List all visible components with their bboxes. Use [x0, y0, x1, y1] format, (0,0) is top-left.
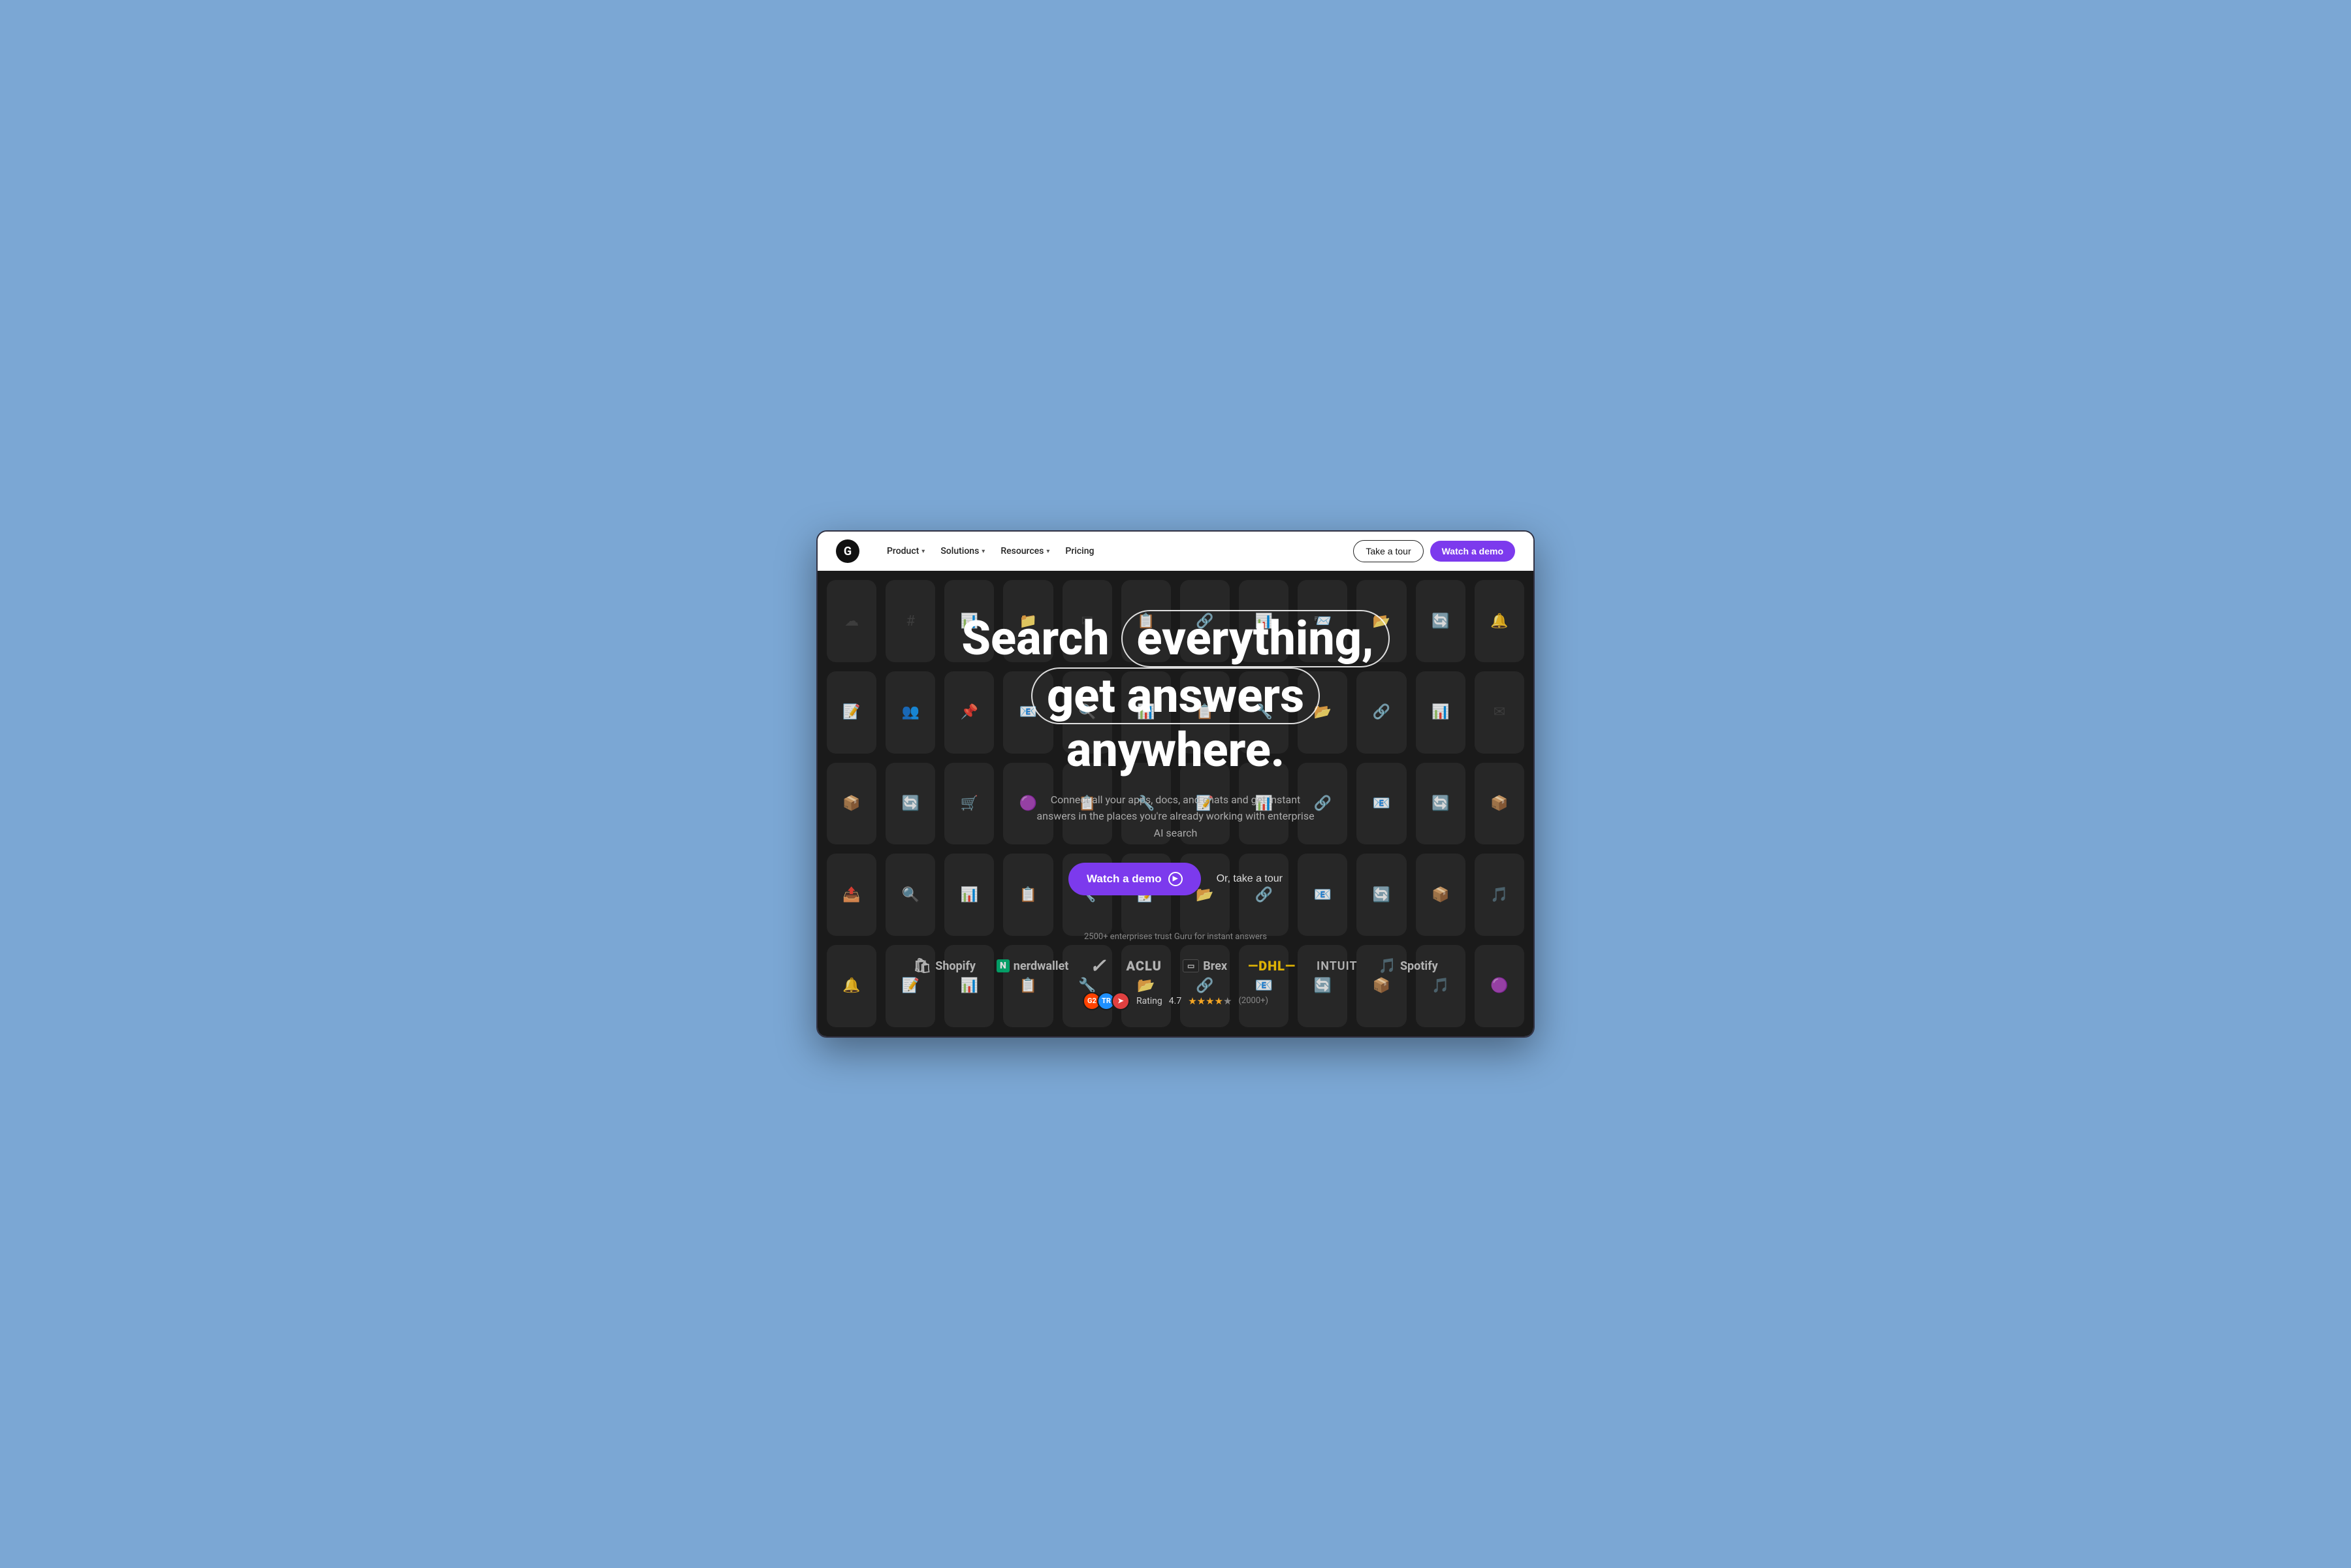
nav-item-product[interactable]: Product ▾	[880, 542, 931, 560]
rating-label: Rating	[1136, 996, 1162, 1006]
app-icon-cell: 🎵	[1475, 854, 1524, 936]
nav-cta: Take a tour Watch a demo	[1353, 540, 1515, 562]
brand-intuit: INTUIT	[1317, 959, 1358, 973]
rating-count: (2000+)	[1238, 996, 1268, 1006]
trust-section: 2500+ enterprises trust Guru for instant…	[913, 932, 1437, 1010]
take-tour-button[interactable]: Take a tour	[1353, 540, 1423, 562]
trust-tagline: 2500+ enterprises trust Guru for instant…	[913, 932, 1437, 942]
nav-item-pricing[interactable]: Pricing	[1059, 542, 1100, 560]
nav-item-resources[interactable]: Resources ▾	[994, 542, 1056, 560]
app-icon-cell: 📦	[827, 763, 876, 845]
watch-demo-nav-button[interactable]: Watch a demo	[1430, 541, 1515, 562]
hero-content: Search everything, get answers anywhere.…	[921, 610, 1430, 931]
play-icon: ▶	[1168, 872, 1183, 886]
hero-subtitle: Connect all your apps, docs, and chats a…	[1032, 792, 1319, 842]
rating-value: 4.7	[1169, 996, 1181, 1006]
brand-logo[interactable]: G	[836, 539, 859, 563]
chevron-down-icon: ▾	[921, 548, 925, 555]
nerdwallet-icon: N	[997, 959, 1010, 972]
chevron-down-icon: ▾	[1046, 548, 1049, 555]
send-badge: ➤	[1112, 992, 1130, 1010]
navbar: G Product ▾ Solutions ▾ Resources ▾ Pric…	[818, 532, 1533, 571]
hero-actions: Watch a demo ▶ Or, take a tour	[921, 863, 1430, 895]
rating-badges: G2 TR ➤	[1083, 992, 1130, 1010]
spotify-icon: 🎵	[1379, 958, 1396, 974]
watch-demo-hero-button[interactable]: Watch a demo ▶	[1068, 863, 1201, 895]
star-rating: ★★★★★	[1188, 995, 1232, 1007]
nav-item-solutions[interactable]: Solutions ▾	[934, 542, 991, 560]
hero-pill-everything: everything,	[1121, 610, 1390, 667]
brand-spotify: 🎵 Spotify	[1379, 958, 1438, 974]
hero-heading: Search everything, get answers anywhere.	[921, 610, 1430, 776]
app-icon-cell: 📤	[827, 854, 876, 936]
take-tour-hero-button[interactable]: Or, take a tour	[1217, 873, 1283, 885]
browser-frame: G Product ▾ Solutions ▾ Resources ▾ Pric…	[816, 530, 1535, 1037]
app-icon-cell: 🔔	[827, 945, 876, 1027]
brand-brex: ▭ Brex	[1183, 959, 1227, 973]
app-icon-cell: 🟣	[1475, 945, 1524, 1027]
brand-shopify: 🛍 Shopify	[913, 958, 976, 974]
hero-pill-get-answers: get answers	[1031, 667, 1320, 724]
rating-row: G2 TR ➤ Rating 4.7 ★★★★★ (2000+)	[913, 992, 1437, 1010]
app-icon-cell: 📝	[827, 671, 876, 754]
hero-text-anywhere: anywhere.	[1066, 722, 1285, 778]
brand-dhl: —DHL—	[1248, 958, 1296, 974]
brand-nerdwallet: N nerdwallet	[997, 959, 1068, 973]
brand-nike: ✓	[1089, 955, 1105, 978]
app-icon-cell: ✉	[1475, 671, 1524, 754]
hero-text-search: Search	[961, 611, 1109, 666]
chevron-down-icon: ▾	[982, 548, 985, 555]
app-icon-cell: 📦	[1475, 763, 1524, 845]
brand-aclu: ACLU	[1127, 958, 1162, 974]
app-icon-cell: ☁	[827, 580, 876, 662]
shopify-icon: 🛍	[913, 958, 931, 974]
hero-section: ☁#📊📁✉📋🔗📊📨📂🔄🔔📝👥📌📧🔍📊📋🔧📂🔗📊✉📦🔄🛒🟣📋🔧📝📊🔗📧🔄📦📤🔍📊📋…	[818, 571, 1533, 1036]
app-icon-cell: 🔔	[1475, 580, 1524, 662]
brand-logo-row: 🛍 Shopify N nerdwallet ✓ ACLU ▭ Brex	[913, 955, 1437, 978]
nav-links: Product ▾ Solutions ▾ Resources ▾ Pricin…	[880, 542, 1332, 560]
